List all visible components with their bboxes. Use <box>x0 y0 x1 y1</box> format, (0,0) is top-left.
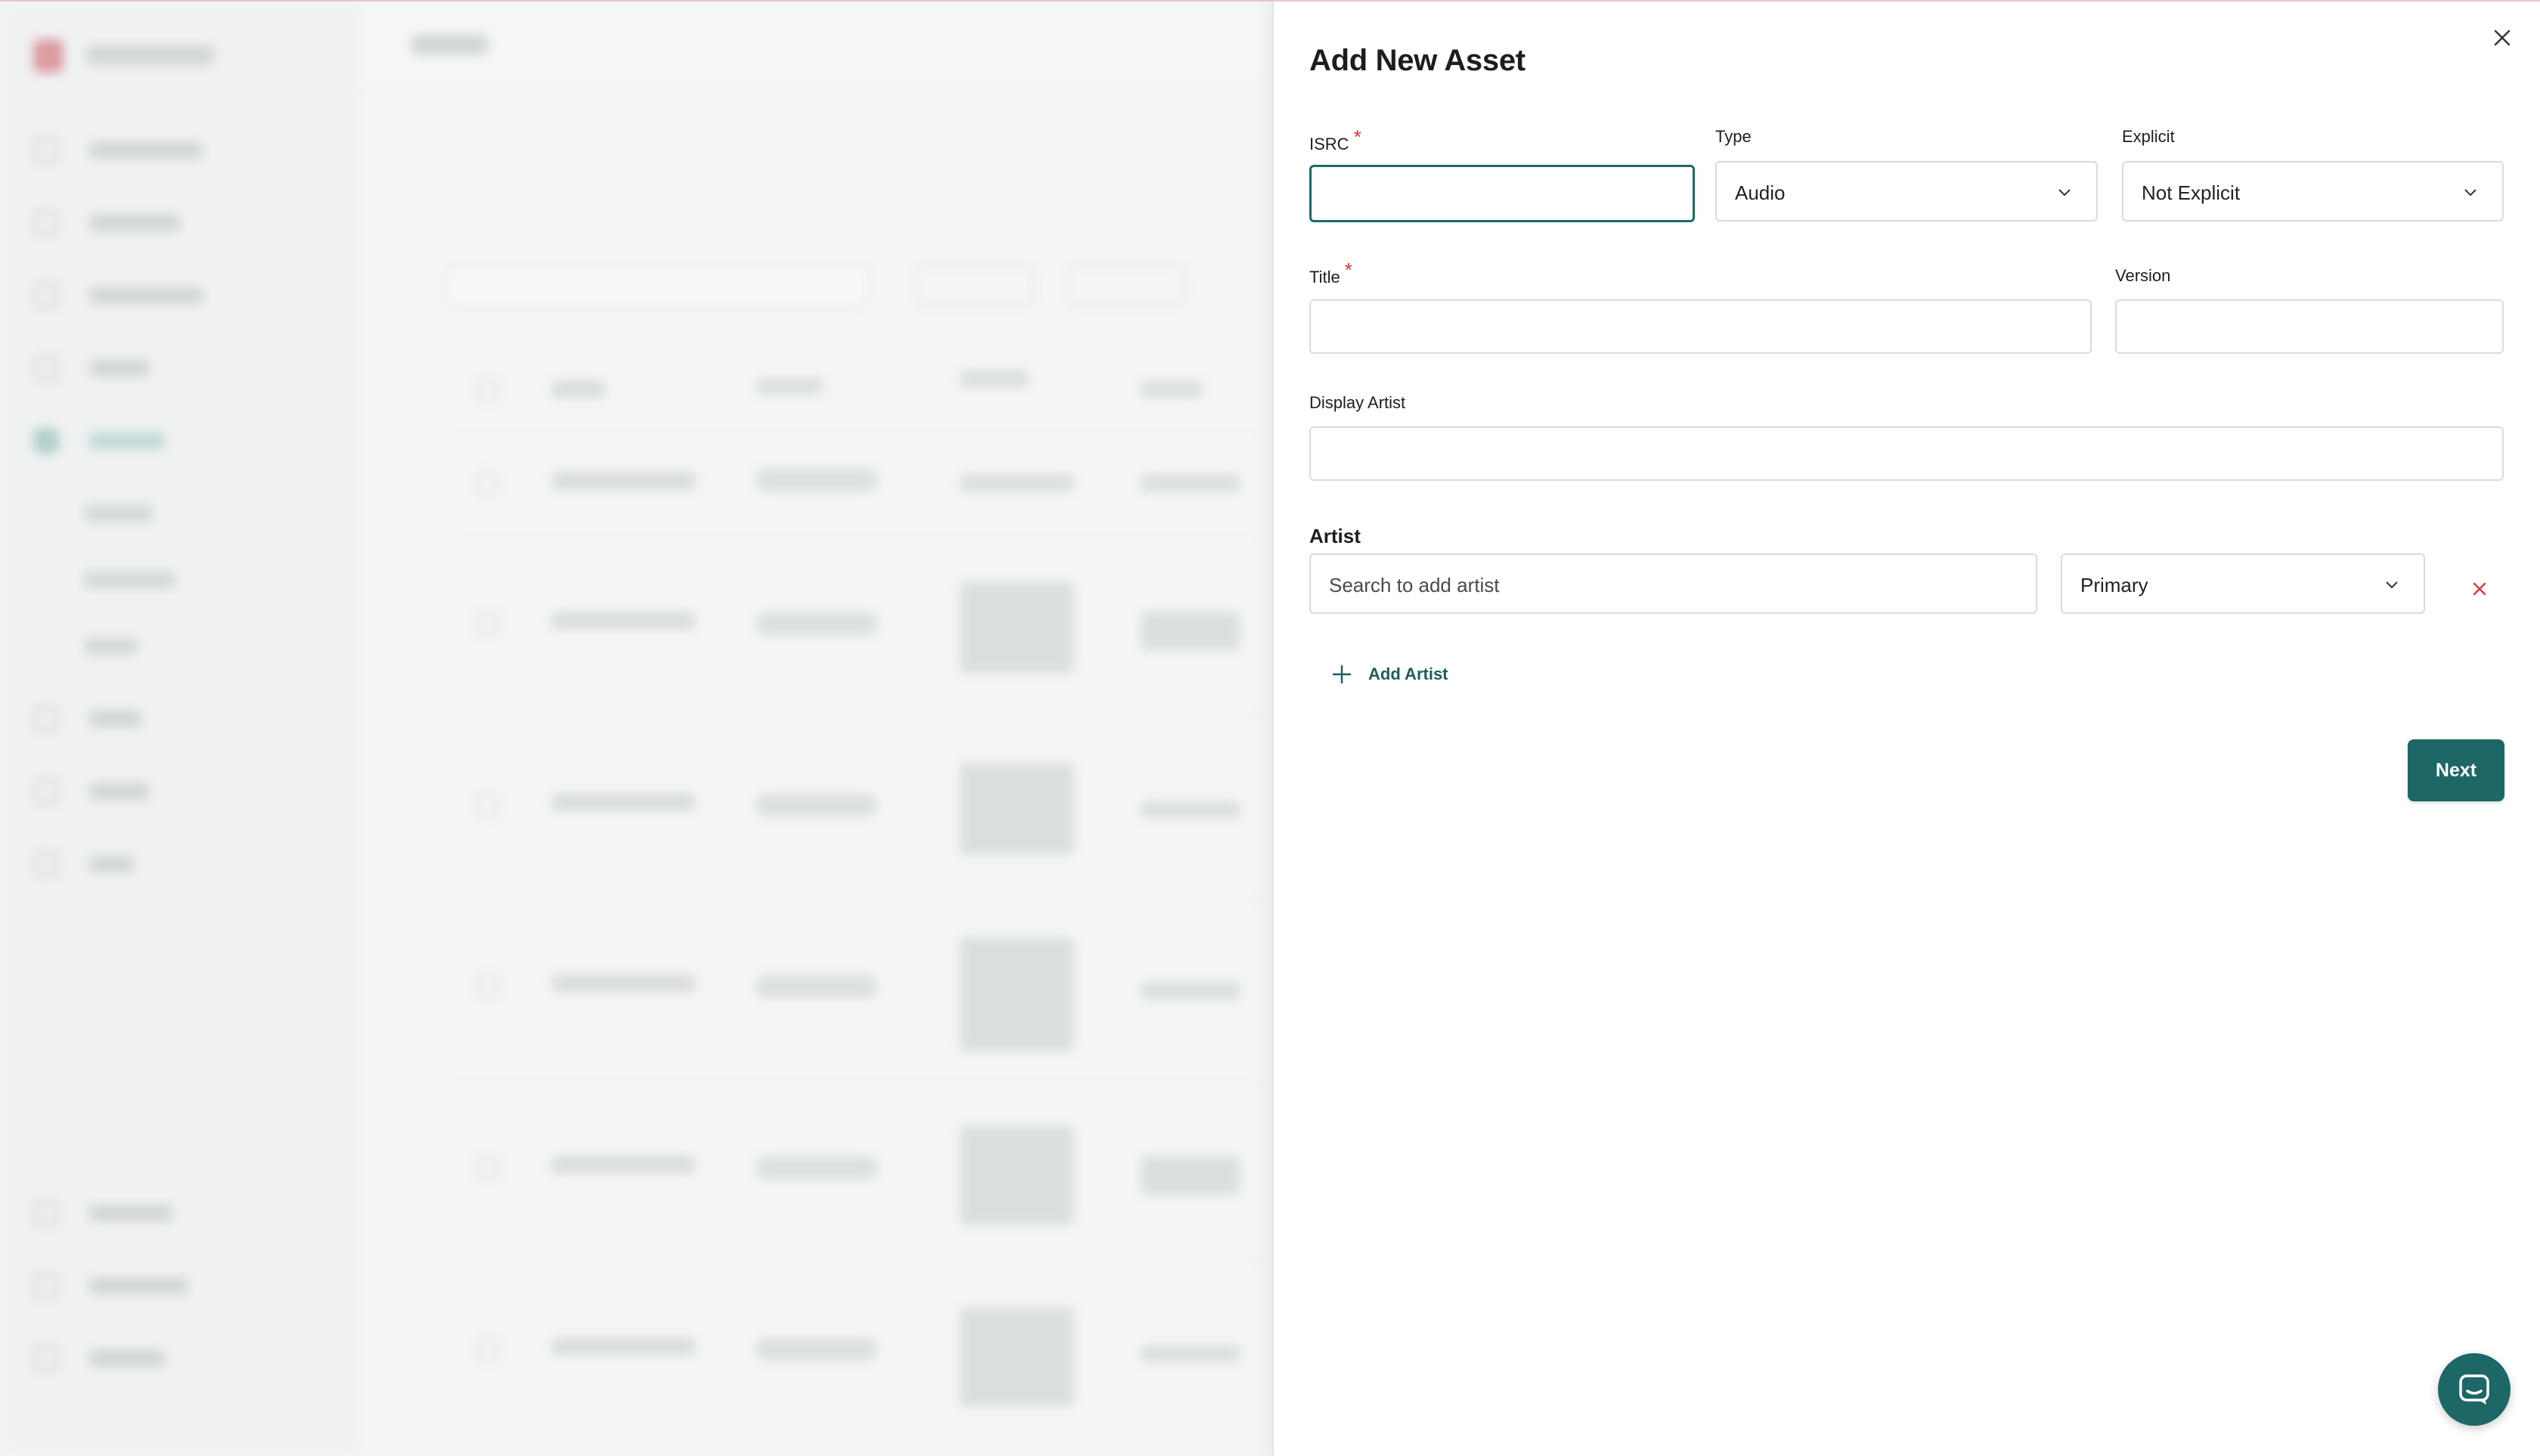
add-artist-button[interactable]: Add Artist <box>1332 659 1448 689</box>
remove-artist-icon <box>2473 582 2486 596</box>
plus-icon <box>1332 664 1352 684</box>
type-select[interactable]: Audio <box>1715 161 2098 221</box>
display-artist-input[interactable] <box>1309 426 2504 481</box>
title-label: Title * <box>1309 259 1352 287</box>
chevron-down-icon <box>2058 189 2071 197</box>
version-input[interactable] <box>2115 299 2504 354</box>
chevron-down-icon <box>2386 581 2398 589</box>
chevron-down-icon <box>2464 189 2476 197</box>
chat-launcher-button[interactable] <box>2438 1353 2511 1426</box>
background-app <box>0 0 1272 1456</box>
artist-section-heading: Artist <box>1309 525 1361 547</box>
title-input[interactable] <box>1309 299 2092 354</box>
chat-icon <box>2459 1374 2489 1405</box>
close-icon <box>2494 29 2511 46</box>
next-button[interactable]: Next <box>2408 739 2504 801</box>
background-logo <box>33 39 64 73</box>
drawer-title: Add New Asset <box>1309 44 1526 77</box>
close-button[interactable] <box>2487 23 2517 53</box>
display-artist-label: Display Artist <box>1309 393 1406 412</box>
top-accent-line <box>0 0 2540 2</box>
artist-search-input[interactable]: Search to add artist <box>1309 553 2037 614</box>
isrc-label: ISRC * <box>1309 125 1361 153</box>
required-mark: * <box>1353 125 1361 148</box>
artist-role-select[interactable]: Primary <box>2061 553 2425 614</box>
explicit-label: Explicit <box>2122 127 2175 146</box>
background-sidebar <box>0 0 359 1456</box>
add-asset-drawer: Add New Asset ISRC * Type Audio Explicit … <box>1272 0 2540 1456</box>
explicit-select[interactable]: Not Explicit <box>2122 161 2504 221</box>
required-mark: * <box>1344 259 1352 281</box>
type-label: Type <box>1715 127 1752 146</box>
isrc-input[interactable] <box>1309 165 1695 222</box>
remove-artist-button[interactable] <box>2467 576 2492 602</box>
version-label: Version <box>2115 266 2171 285</box>
